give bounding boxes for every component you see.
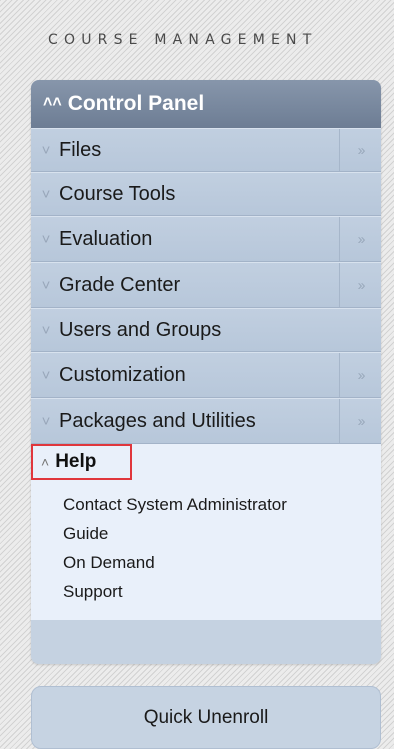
menu-item-label: Course Tools: [59, 182, 176, 205]
menu-item-grade-center[interactable]: ˅ Grade Center ››: [31, 262, 381, 308]
menu-item-label: Files: [59, 138, 102, 161]
menu-item-customization[interactable]: ˅ Customization ››: [31, 352, 381, 398]
chevron-down-double-icon: ˅: [41, 366, 51, 384]
help-link-contact-system-administrator[interactable]: Contact System Administrator: [63, 490, 287, 519]
chevron-down-double-icon: ˅: [41, 185, 51, 203]
chevron-right-double-icon[interactable]: ››: [339, 263, 381, 307]
chevron-right-double-icon[interactable]: ››: [339, 353, 381, 397]
chevron-down-double-icon: ˅: [41, 230, 51, 248]
chevron-down-double-icon: ˅: [41, 321, 51, 339]
menu-item-evaluation[interactable]: ˅ Evaluation ››: [31, 216, 381, 262]
menu-item-label: Grade Center: [59, 273, 181, 296]
menu-item-users-and-groups[interactable]: ˅ Users and Groups: [31, 308, 381, 352]
menu-item-course-tools[interactable]: ˅ Course Tools: [31, 172, 381, 216]
chevron-right-double-icon[interactable]: ››: [339, 129, 381, 171]
chevron-right-double-icon[interactable]: ››: [339, 217, 381, 261]
menu-item-files[interactable]: ˅ Files ››: [31, 128, 381, 172]
help-links: Contact System Administrator Guide On De…: [63, 490, 287, 606]
control-panel-title: Control Panel: [67, 92, 205, 115]
menu-item-label: Packages and Utilities: [59, 409, 256, 432]
chevron-up-double-icon: ˄˄: [43, 94, 62, 111]
help-header[interactable]: ˄ Help: [31, 444, 132, 480]
help-link-on-demand[interactable]: On Demand: [63, 548, 287, 577]
help-title: Help: [55, 451, 97, 472]
menu-item-label: Customization: [59, 363, 186, 386]
chevron-down-double-icon: ˅: [41, 141, 51, 159]
quick-unenroll-button[interactable]: Quick Unenroll: [31, 686, 381, 749]
chevron-down-double-icon: ˅: [41, 276, 51, 294]
menu-item-packages-and-utilities[interactable]: ˅ Packages and Utilities ››: [31, 398, 381, 444]
menu-item-label: Evaluation: [59, 227, 153, 250]
menu-item-label: Users and Groups: [59, 318, 222, 341]
chevron-down-double-icon: ˅: [41, 412, 51, 430]
help-link-guide[interactable]: Guide: [63, 519, 287, 548]
chevron-up-double-icon: ˄: [41, 454, 50, 470]
course-management-heading: COURSE MANAGEMENT: [48, 32, 318, 48]
control-panel: ˄˄ Control Panel ˅ Files ›› ˅ Course Too…: [31, 80, 381, 664]
help-link-support[interactable]: Support: [63, 577, 287, 606]
chevron-right-double-icon[interactable]: ››: [339, 399, 381, 443]
help-section: ˄ Help Contact System Administrator Guid…: [31, 444, 381, 620]
control-panel-header[interactable]: ˄˄ Control Panel: [31, 80, 381, 128]
